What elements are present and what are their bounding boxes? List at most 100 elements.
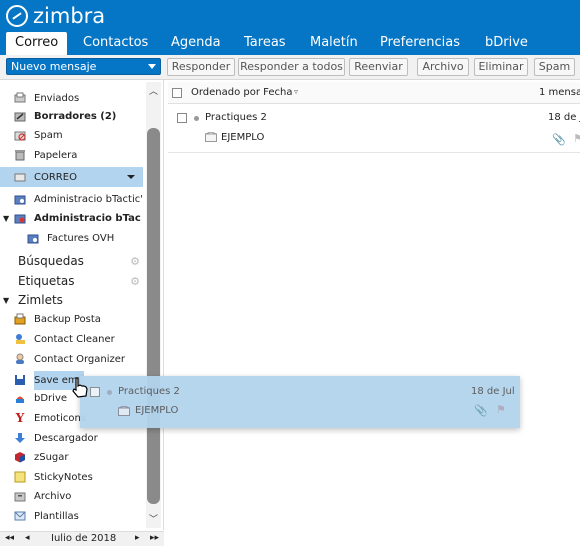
- bdrive-icon: [14, 392, 26, 404]
- drag-from: Practiques 2: [118, 386, 180, 397]
- prev-month-icon[interactable]: ◂: [25, 533, 30, 543]
- sidebar-item-label: Plantillas: [34, 510, 79, 522]
- reply-all-button[interactable]: Responder a todos: [238, 58, 345, 76]
- scrollbar-thumb[interactable]: [147, 128, 160, 504]
- tab-contactos[interactable]: Contactos: [74, 32, 157, 55]
- scroll-up-icon[interactable]: ︿: [146, 84, 161, 98]
- sidebar-item-label: CORREO: [34, 171, 77, 183]
- tab-maletin[interactable]: Maletín: [301, 32, 367, 55]
- tab-bdrive[interactable]: bDrive: [476, 32, 537, 55]
- sort-arrow-icon[interactable]: ▿: [294, 87, 298, 96]
- sidebar-item-borradores[interactable]: Borradores (2): [0, 106, 143, 126]
- yahoo-icon: Y: [15, 411, 25, 425]
- gear-icon[interactable]: ⚙: [130, 275, 140, 288]
- tags-label: Etiquetas: [18, 274, 75, 288]
- forward-button[interactable]: Reenviar: [349, 58, 408, 76]
- sidebar-item-label: Contact Cleaner: [34, 333, 115, 345]
- sidebar-item-label: Papelera: [34, 149, 78, 161]
- drafts-icon: [14, 110, 26, 122]
- sidebar-item-label: Administracio bTac: [34, 212, 141, 224]
- message-date: 18 de J: [548, 112, 580, 123]
- reply-button[interactable]: Responder: [167, 58, 235, 76]
- message-row[interactable]: Practiques 2 18 de J EJEMPLO 📎 ⚑: [168, 105, 580, 153]
- sidebar-item-label: StickyNotes: [34, 471, 93, 483]
- attachment-icon: 📎: [474, 404, 488, 417]
- tab-correo[interactable]: Correo: [6, 32, 68, 55]
- new-message-button[interactable]: Nuevo mensaje: [6, 58, 161, 75]
- message-list-header: Ordenado por Fecha ▿ 1 mensa: [168, 82, 580, 104]
- tab-tareas[interactable]: Tareas: [235, 32, 295, 55]
- sidebar-item-label: Enviados: [34, 92, 80, 104]
- chevron-down-icon[interactable]: [127, 175, 135, 179]
- drag-subject: EJEMPLO: [135, 405, 179, 416]
- searches-label: Búsquedas: [18, 254, 84, 268]
- sidebar-item-enviados[interactable]: Enviados: [0, 88, 143, 108]
- tags-header[interactable]: Etiquetas ⚙: [0, 271, 143, 291]
- hand-cursor-icon: [70, 376, 90, 403]
- sidebar-item-correo[interactable]: CORREO: [0, 167, 143, 187]
- zimlet-zsugar[interactable]: zSugar: [0, 447, 143, 467]
- searches-header[interactable]: Búsquedas ⚙: [0, 251, 143, 271]
- envelope-icon: [205, 132, 217, 142]
- zimbra-logo[interactable]: zimbra: [6, 4, 105, 28]
- sidebar-item-label: zSugar: [34, 451, 69, 463]
- next-month-icon[interactable]: ▸: [135, 533, 140, 543]
- sidebar-item-label: Factures OVH: [47, 232, 115, 244]
- zimlets-header[interactable]: ▼ Zimlets: [0, 290, 143, 310]
- scroll-down-icon[interactable]: ﹀: [146, 512, 161, 526]
- collapse-arrow-icon[interactable]: ▼: [3, 214, 9, 223]
- zimlet-descargador[interactable]: Descargador: [0, 428, 143, 448]
- sidebar-item-papelera[interactable]: Papelera: [0, 145, 143, 165]
- envelope-icon: [118, 406, 130, 416]
- sidebar-item-label: Contact Organizer: [34, 353, 125, 365]
- chevron-down-icon[interactable]: [148, 64, 156, 69]
- delete-button[interactable]: Eliminar: [474, 58, 528, 76]
- sidebar-item-spam[interactable]: Spam: [0, 125, 143, 145]
- shared-folder-icon: [14, 193, 26, 205]
- flag-icon: ⚑: [496, 403, 506, 416]
- select-all-checkbox[interactable]: [172, 88, 182, 98]
- message-checkbox[interactable]: [177, 113, 187, 123]
- sidebar-item-label: Descargador: [34, 432, 98, 444]
- cube-icon: [14, 451, 26, 463]
- zimlets-label: Zimlets: [18, 293, 63, 307]
- shared-folder-icon: [27, 232, 39, 244]
- sidebar-item-share-btac[interactable]: ▼ Administracio bTac: [0, 208, 143, 228]
- read-status-dot-icon: [107, 390, 112, 395]
- zimlet-archivo[interactable]: Archivo: [0, 486, 143, 506]
- zimlet-stickynotes[interactable]: StickyNotes: [0, 467, 143, 487]
- drag-ghost: Practiques 2 18 de Jul EJEMPLO 📎 ⚑: [80, 376, 520, 428]
- attachment-icon: 📎: [552, 133, 566, 146]
- sidebar-item-factures-ovh[interactable]: Factures OVH: [0, 228, 143, 248]
- note-icon: [14, 471, 26, 483]
- sidebar-item-label: Spam: [34, 129, 63, 141]
- message-from: Practiques 2: [205, 112, 267, 123]
- zimlet-contact-cleaner[interactable]: Contact Cleaner: [0, 329, 143, 349]
- sort-label[interactable]: Ordenado por Fecha: [191, 87, 293, 98]
- collapse-arrow-icon[interactable]: ▼: [3, 296, 9, 305]
- save-icon: [14, 374, 26, 386]
- download-icon: [14, 432, 26, 444]
- backup-icon: [14, 313, 26, 325]
- archive-button[interactable]: Archivo: [417, 58, 469, 76]
- sidebar-item-label: bDrive: [34, 392, 68, 404]
- spam-button[interactable]: Spam: [534, 58, 575, 76]
- flag-icon[interactable]: ⚑: [573, 132, 580, 145]
- folder-icon: [14, 171, 26, 183]
- tab-agenda[interactable]: Agenda: [162, 32, 230, 55]
- zimlet-plantillas[interactable]: Plantillas: [0, 506, 143, 526]
- sidebar-item-label: Emoticons: [34, 412, 87, 424]
- drag-date: 18 de Jul: [471, 386, 515, 397]
- next-year-icon[interactable]: ▸▸: [150, 533, 159, 543]
- spam-icon: [14, 129, 26, 141]
- gear-icon[interactable]: ⚙: [130, 255, 140, 268]
- message-subject: EJEMPLO: [221, 132, 265, 143]
- tab-preferencias[interactable]: Preferencias: [371, 32, 469, 55]
- sidebar-item-share-btactic[interactable]: Administracio bTactic's: [0, 189, 143, 209]
- zimlet-contact-organizer[interactable]: Contact Organizer: [0, 349, 143, 369]
- new-message-label: Nuevo mensaje: [11, 60, 97, 73]
- read-status-dot-icon[interactable]: [194, 116, 199, 121]
- calendar-month-label[interactable]: Iulio de 2018: [51, 533, 116, 544]
- zimlet-backup-posta[interactable]: Backup Posta: [0, 309, 143, 329]
- prev-year-icon[interactable]: ◂◂: [5, 533, 14, 543]
